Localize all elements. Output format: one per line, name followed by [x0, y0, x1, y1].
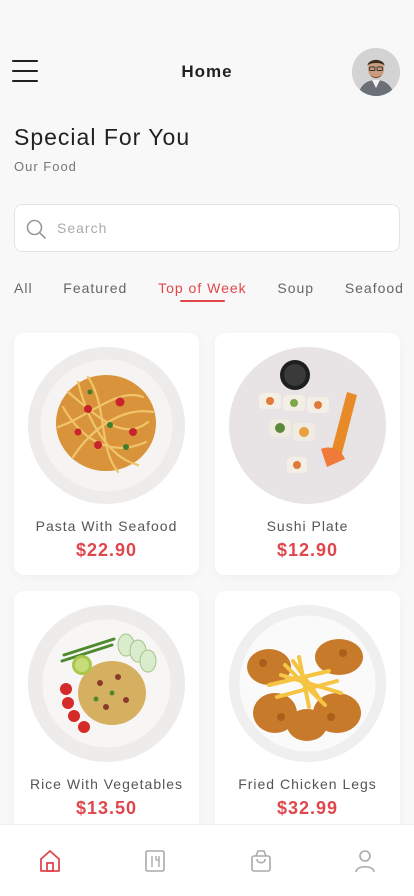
tab-seafood[interactable]: Seafood — [345, 280, 404, 310]
tab-featured[interactable]: Featured — [63, 280, 127, 310]
cart-bag-icon[interactable] — [247, 847, 275, 875]
product-name: Sushi Plate — [266, 518, 349, 534]
chicken-dish-image — [229, 605, 386, 762]
search-icon — [26, 219, 46, 239]
tab-soup[interactable]: Soup — [277, 280, 314, 310]
product-price: $22.90 — [75, 540, 138, 560]
product-card-chicken[interactable]: Fried Chicken Legs $32.99 — [215, 591, 400, 833]
product-price: $32.99 — [276, 798, 339, 818]
search-bar[interactable] — [14, 204, 400, 252]
search-input[interactable] — [57, 205, 387, 251]
rice-dish-image — [28, 605, 185, 762]
home-icon[interactable] — [36, 847, 64, 875]
user-avatar[interactable] — [352, 48, 400, 96]
pasta-dish-image — [28, 347, 185, 504]
product-card-sushi[interactable]: Sushi Plate $12.90 — [215, 333, 400, 575]
bottom-nav — [0, 824, 414, 896]
product-price: $12.90 — [276, 540, 339, 560]
app-header: Home — [0, 44, 414, 100]
product-card-rice[interactable]: Rice With Vegetables $13.50 — [14, 591, 199, 833]
tab-all[interactable]: All — [14, 280, 33, 310]
product-price: $13.50 — [75, 798, 138, 818]
menu-book-icon[interactable] — [141, 847, 169, 875]
product-name: Rice With Vegetables — [29, 776, 184, 792]
product-name: Fried Chicken Legs — [238, 776, 377, 792]
tab-top-of-week[interactable]: Top of Week — [158, 280, 247, 310]
sushi-dish-image — [229, 347, 386, 504]
section-subtitle: Our Food — [14, 159, 77, 174]
profile-icon[interactable] — [351, 847, 379, 875]
category-tabs: All Featured Top of Week Soup Seafood — [14, 280, 404, 310]
product-card-pasta[interactable]: Pasta With Seafood $22.90 — [14, 333, 199, 575]
section-title: Special For You — [14, 124, 191, 150]
product-name: Pasta With Seafood — [35, 518, 178, 534]
